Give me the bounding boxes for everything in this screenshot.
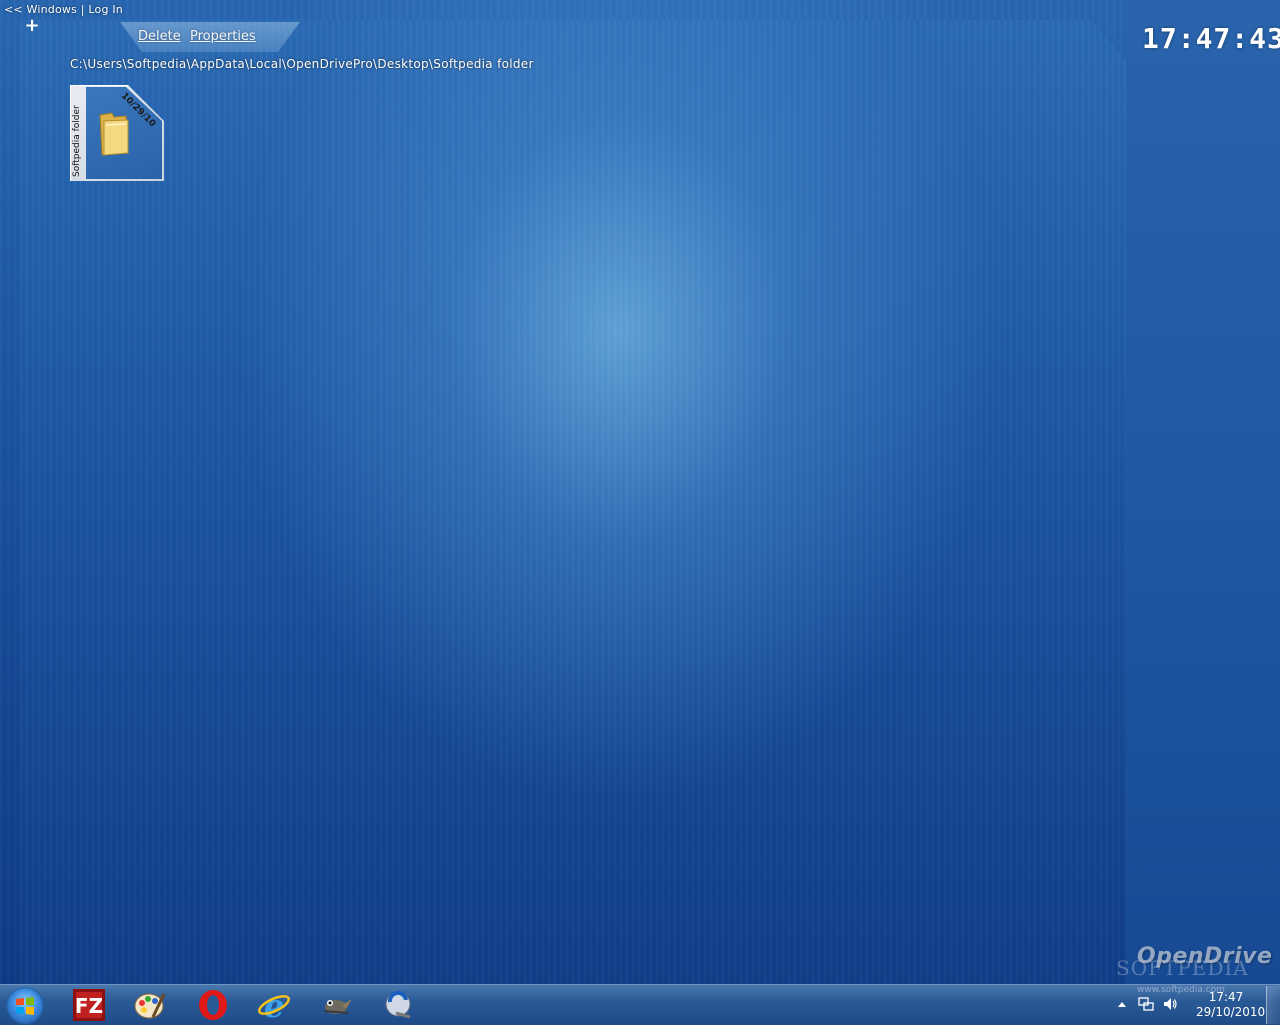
add-icon[interactable]: + bbox=[24, 17, 40, 35]
top-nav-separator: | bbox=[80, 3, 85, 16]
gimp-icon[interactable] bbox=[320, 989, 354, 1021]
softpedia-site-watermark: www.softpedia.com bbox=[1137, 985, 1225, 995]
internet-explorer-icon[interactable]: e bbox=[257, 989, 291, 1021]
show-hidden-icons-icon[interactable] bbox=[1118, 1000, 1126, 1008]
volume-icon[interactable] bbox=[1162, 996, 1178, 1012]
svg-text:FZ: FZ bbox=[75, 994, 103, 1018]
network-icon[interactable] bbox=[1138, 996, 1154, 1012]
delete-button[interactable]: Delete bbox=[138, 29, 181, 44]
top-nav: << Windows | Log In bbox=[4, 3, 123, 16]
app-icon[interactable] bbox=[382, 989, 416, 1021]
tray-date: 29/10/2010 bbox=[1196, 1005, 1266, 1019]
folder-icon bbox=[99, 112, 129, 156]
current-path: C:\Users\Softpedia\AppData\Local\OpenDri… bbox=[70, 57, 534, 71]
desktop-right-strip bbox=[1126, 0, 1280, 984]
svg-text:e: e bbox=[264, 989, 284, 1021]
login-link[interactable]: Log In bbox=[88, 3, 123, 16]
taskbar: FZ e 17:47 29/10/2010 bbox=[0, 984, 1280, 1025]
properties-button[interactable]: Properties bbox=[190, 29, 256, 44]
filezilla-icon[interactable]: FZ bbox=[72, 989, 106, 1021]
start-orb-icon[interactable] bbox=[6, 987, 44, 1025]
paint-icon[interactable] bbox=[133, 989, 167, 1021]
folder-tile[interactable]: 10/29/10 Softpedia folder bbox=[70, 85, 164, 181]
top-nav-prefix[interactable]: << bbox=[4, 3, 23, 16]
opendrive-logo: OpenDrive bbox=[1137, 944, 1273, 969]
system-tray bbox=[1112, 993, 1192, 1017]
digital-clock: 17:47:43 bbox=[1142, 22, 1280, 55]
show-desktop-button[interactable] bbox=[1266, 986, 1280, 1024]
opera-icon[interactable] bbox=[196, 989, 230, 1021]
opendrive-panel bbox=[20, 20, 1126, 984]
folder-name: Softpedia folder bbox=[72, 105, 82, 177]
